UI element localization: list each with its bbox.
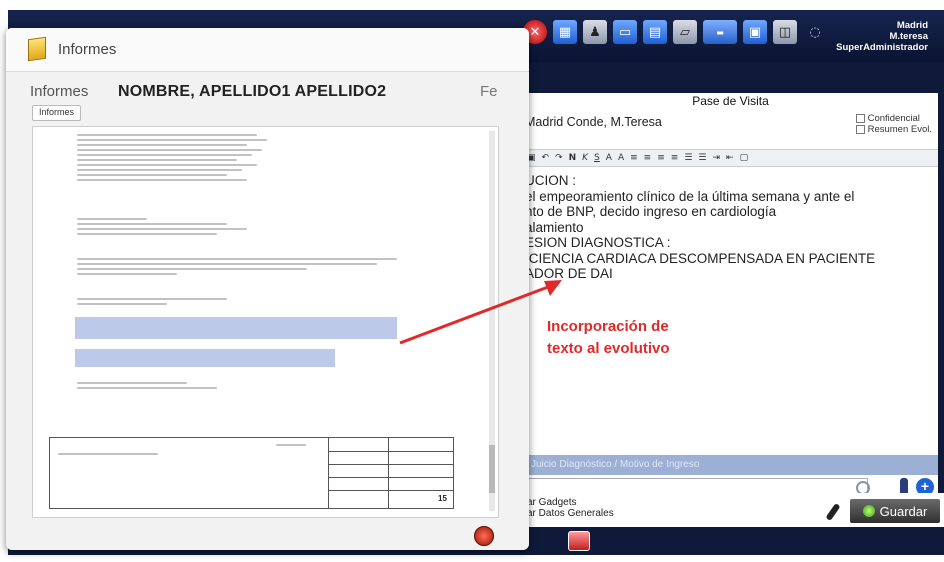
footer-divider	[388, 438, 389, 508]
note-line: nto de BNP, decido ingreso en cardiologí…	[525, 204, 777, 219]
clinical-text-block	[77, 255, 407, 278]
report-document[interactable]: 15	[32, 126, 499, 518]
note-editor[interactable]: UCION : el empeoramiento clínico de la ú…	[525, 173, 935, 282]
italic-icon[interactable]: K	[582, 153, 588, 163]
date-label: Fe	[480, 83, 498, 100]
section-label: Informes	[30, 83, 89, 100]
power-icon[interactable]: ◌	[803, 20, 827, 44]
user-role: SuperAdministrador	[836, 42, 928, 53]
informes-window-title: Informes	[58, 41, 117, 58]
note-line: ADOR DE DAI	[525, 266, 613, 281]
annotation-text: Incorporación de texto al evolutivo	[547, 316, 670, 360]
footer-row-line	[328, 451, 454, 452]
user-city: Madrid	[896, 20, 928, 31]
user-icon[interactable]: ♟	[583, 20, 607, 44]
footer-row-line	[328, 490, 454, 491]
align-left-icon[interactable]: ≡	[630, 153, 638, 163]
informes-window: Informes Informes NOMBRE, APELLIDO1 APEL…	[6, 28, 529, 550]
note-panel: Pase de Visita Madrid Conde, M.Teresa Co…	[523, 93, 938, 505]
confidencial-label: Confidencial	[867, 113, 920, 124]
diagnosis-bar[interactable]: Juicio Diagnóstico / Motivo de Ingreso	[523, 455, 938, 475]
numbering-icon[interactable]: ☰	[698, 153, 706, 163]
note-options: Confidencial Resumen Evol.	[855, 113, 932, 135]
confidencial-checkbox[interactable]	[855, 114, 865, 123]
undo-icon[interactable]: ↶	[542, 153, 550, 163]
confidencial-option[interactable]: Confidencial	[855, 113, 932, 124]
outdent-icon[interactable]: ⇤	[726, 153, 734, 163]
indent-icon[interactable]: ⇥	[712, 153, 720, 163]
report-footer-table: 15	[49, 437, 454, 509]
taskbar-app-icon[interactable]	[568, 531, 590, 551]
align-right-icon[interactable]: ≡	[657, 153, 665, 163]
bottom-links: ar Gadgets ar Datos Generales	[527, 497, 614, 519]
resumen-option[interactable]: Resumen Evol.	[855, 124, 932, 135]
highlighted-evolution-text[interactable]	[75, 317, 397, 339]
note-author: Madrid Conde, M.Teresa	[525, 115, 662, 129]
note-title: Pase de Visita	[692, 94, 769, 108]
note-line: UCION :	[525, 173, 577, 188]
save-button[interactable]: Guardar	[850, 499, 940, 523]
map-icon[interactable]: ◫	[773, 20, 797, 44]
informes-window-header: Informes	[6, 28, 529, 72]
gadgets-link[interactable]: ar Gadgets	[527, 497, 614, 508]
agenda-icon[interactable]: ▬	[703, 20, 737, 44]
lab-results-block	[77, 131, 277, 184]
treatment-block	[77, 295, 277, 308]
formatting-toolbar: ▣ ↶ ↷ N K S A A ≡ ≡ ≡ ≡ ☰ ☰ ⇥ ⇤ ▢	[523, 149, 938, 167]
font-larger-icon[interactable]: A	[618, 153, 624, 163]
blood-gas-block	[77, 215, 277, 238]
annotation-line1: Incorporación de	[547, 318, 669, 335]
note-line: ICIENCIA CARDIACA DESCOMPENSADA EN PACIE…	[525, 250, 876, 266]
user-name: M.teresa	[889, 31, 928, 42]
folder-open-icon[interactable]: ▱	[673, 20, 697, 44]
bold-icon[interactable]: N	[569, 153, 577, 163]
font-smaller-icon[interactable]: A	[606, 153, 612, 163]
monitor-icon[interactable]: ▭	[613, 20, 637, 44]
footer-row-line	[328, 477, 454, 478]
document-scrollbar-thumb[interactable]	[489, 445, 495, 493]
datos-generales-link[interactable]: ar Datos Generales	[527, 508, 614, 519]
resumen-checkbox[interactable]	[855, 125, 865, 134]
microphone-icon[interactable]	[825, 502, 841, 522]
bullets-icon[interactable]: ☰	[684, 153, 692, 163]
footer-signature-label	[276, 441, 316, 449]
grid-icon[interactable]: ▦	[553, 20, 577, 44]
footer-row-line	[328, 464, 454, 465]
note-line: ESION DIAGNOSTICA :	[525, 235, 671, 250]
calendar-icon[interactable]: ▣	[743, 20, 767, 44]
discharge-block	[77, 379, 277, 392]
folder-icon	[28, 36, 46, 62]
note-line: el empeoramiento clínico de la última se…	[525, 188, 855, 204]
save-icon	[862, 505, 875, 517]
bottom-actions: ar Gadgets ar Datos Generales Guardar	[523, 493, 944, 527]
close-window-icon[interactable]	[474, 526, 494, 546]
tab-informes[interactable]: Informes	[32, 105, 82, 121]
footer-signature-text	[58, 450, 168, 458]
footer-divider	[328, 438, 329, 508]
clear-icon[interactable]: ▢	[740, 153, 749, 163]
page-number: 15	[438, 494, 447, 503]
align-center-icon[interactable]: ≡	[644, 153, 652, 163]
resumen-label: Resumen Evol.	[867, 124, 932, 135]
note-line: alamiento	[525, 219, 584, 235]
redo-icon[interactable]: ↷	[555, 153, 563, 163]
underline-icon[interactable]: S	[594, 153, 600, 163]
save-label: Guardar	[879, 503, 928, 519]
highlighted-diagnosis-text[interactable]	[75, 349, 335, 367]
screenshot-stage: ✕ ▦ ♟ ▭ ▤ ▱ ▬ ▣ ◫ ◌ Madrid M.teresa Supe…	[0, 0, 944, 562]
justify-icon[interactable]: ≡	[671, 153, 679, 163]
toolbar-icon-group: ✕ ▦ ♟ ▭ ▤ ▱ ▬ ▣ ◫ ◌	[523, 20, 827, 44]
chart-icon[interactable]: ▤	[643, 20, 667, 44]
patient-name: NOMBRE, APELLIDO1 APELLIDO2	[118, 83, 387, 100]
user-info: Madrid M.teresa SuperAdministrador	[836, 20, 928, 53]
annotation-line2: texto al evolutivo	[547, 340, 670, 357]
